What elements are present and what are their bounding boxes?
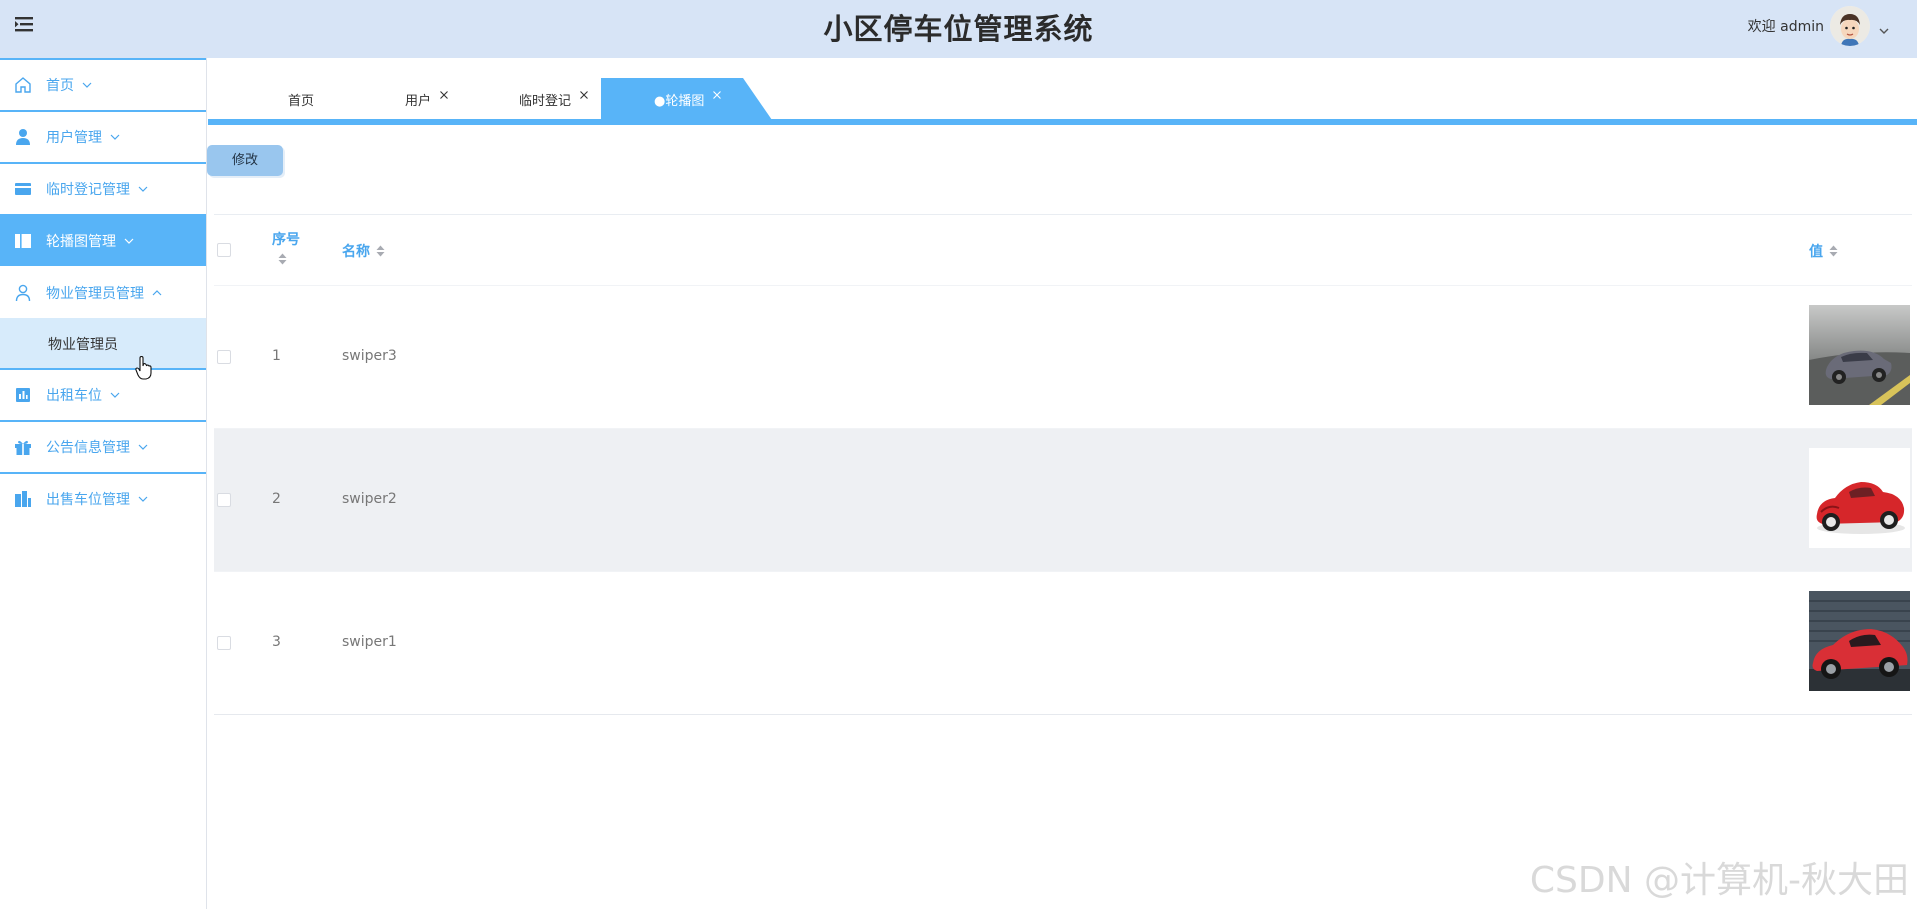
chevron-down-icon (138, 494, 148, 504)
sidebar-item-home[interactable]: 首页 (0, 58, 206, 110)
cell-index: 1 (272, 348, 281, 364)
tab-bar: 首页 用户 临时登记 ●轮播图 (208, 78, 1917, 120)
column-header-value[interactable]: 值 (1809, 241, 1838, 261)
row-checkbox[interactable] (217, 350, 231, 364)
chevron-down-icon (124, 236, 134, 246)
column-header-label: 值 (1809, 244, 1823, 260)
sidebar: 首页 用户管理 临时登记管理 轮播图管理 物业管理员管理 物业管理员 出租车位 … (0, 58, 207, 909)
swiper-image[interactable] (1809, 591, 1910, 691)
chevron-down-icon (138, 184, 148, 194)
edit-button[interactable]: 修改 (207, 145, 283, 176)
column-header-label: 名称 (342, 244, 370, 260)
chevron-down-icon (110, 132, 120, 142)
sort-icon[interactable] (376, 245, 385, 257)
cell-index: 2 (272, 491, 281, 507)
sidebar-item-label: 用户管理 (46, 130, 102, 146)
building-icon (14, 490, 32, 508)
sidebar-subitem-label: 物业管理员 (48, 337, 118, 353)
table-row[interactable]: 1 swiper3 (214, 285, 1912, 428)
column-header-name[interactable]: 名称 (342, 241, 385, 261)
tab-label: ●轮播图 (654, 93, 705, 109)
chevron-down-icon (82, 80, 92, 90)
gift-icon (14, 438, 32, 456)
hand-cursor-icon (135, 355, 153, 384)
tab-temp-registration[interactable]: 临时登记 (519, 78, 589, 120)
sidebar-item-label: 公告信息管理 (46, 440, 130, 456)
top-header: 小区停车位管理系统 欢迎 admin (0, 0, 1917, 58)
welcome-text: 欢迎 admin (1747, 19, 1824, 35)
cell-index: 3 (272, 634, 281, 650)
person-outline-icon (14, 284, 32, 302)
chevron-down-icon (138, 442, 148, 452)
cell-name: swiper1 (342, 634, 397, 650)
user-icon (14, 128, 32, 146)
sidebar-item-label: 首页 (46, 78, 74, 94)
sidebar-item-label: 出售车位管理 (46, 492, 130, 508)
sidebar-item-users[interactable]: 用户管理 (0, 110, 206, 162)
sidebar-item-notices[interactable]: 公告信息管理 (0, 420, 206, 472)
sidebar-item-property-admins[interactable]: 物业管理员管理 (0, 266, 206, 318)
tab-underline (208, 119, 1917, 125)
user-menu[interactable]: 欢迎 admin (1748, 6, 1889, 46)
avatar[interactable] (1830, 6, 1870, 46)
sidebar-item-sell-parking[interactable]: 出售车位管理 (0, 472, 206, 524)
close-icon[interactable] (579, 90, 589, 100)
sidebar-item-rent-parking[interactable]: 出租车位 (0, 368, 206, 420)
tab-carousel[interactable]: ●轮播图 (601, 78, 772, 120)
chevron-down-icon (110, 390, 120, 400)
card-icon (14, 180, 32, 198)
table-header: 序号 名称 值 (214, 214, 1912, 285)
sidebar-item-label: 物业管理员管理 (46, 286, 144, 302)
sidebar-item-label: 轮播图管理 (46, 234, 116, 250)
sidebar-item-label: 出租车位 (46, 388, 102, 404)
tab-label: 首页 (288, 93, 315, 109)
chart-icon (14, 386, 32, 404)
close-icon[interactable] (439, 90, 449, 100)
table-bottom-border (214, 714, 1912, 715)
sidebar-item-carousel[interactable]: 轮播图管理 (0, 214, 206, 266)
chevron-down-icon[interactable] (1879, 21, 1889, 34)
column-header-label: 序号 (272, 232, 300, 248)
sidebar-item-temp-registration[interactable]: 临时登记管理 (0, 162, 206, 214)
sidebar-subitem-property-admin[interactable]: 物业管理员 (0, 318, 206, 368)
home-icon (14, 76, 32, 94)
layout-icon (14, 232, 32, 250)
sidebar-item-label: 临时登记管理 (46, 182, 130, 198)
tab-label: 用户 (405, 93, 432, 109)
sort-icon[interactable] (1829, 245, 1838, 257)
tab-home[interactable]: 首页 (288, 78, 314, 120)
chevron-up-icon (152, 288, 162, 298)
swiper-image[interactable] (1809, 448, 1910, 548)
tab-users[interactable]: 用户 (405, 78, 449, 120)
select-all-checkbox[interactable] (217, 243, 231, 257)
app-title: 小区停车位管理系统 (823, 12, 1094, 46)
column-header-index[interactable]: 序号 (272, 229, 300, 265)
tab-label: 临时登记 (519, 93, 572, 109)
data-table: 序号 名称 值 1 swiper3 2 swiper2 3 swiper1 (214, 214, 1912, 715)
row-checkbox[interactable] (217, 493, 231, 507)
row-checkbox[interactable] (217, 636, 231, 650)
close-icon[interactable] (712, 90, 722, 100)
swiper-image[interactable] (1809, 305, 1910, 405)
cell-name: swiper3 (342, 348, 397, 364)
sort-icon[interactable] (278, 253, 287, 265)
table-row[interactable]: 2 swiper2 (214, 428, 1912, 571)
watermark: CSDN @计算机-秋大田 (1529, 860, 1909, 901)
cell-name: swiper2 (342, 491, 397, 507)
table-row[interactable]: 3 swiper1 (214, 571, 1912, 714)
